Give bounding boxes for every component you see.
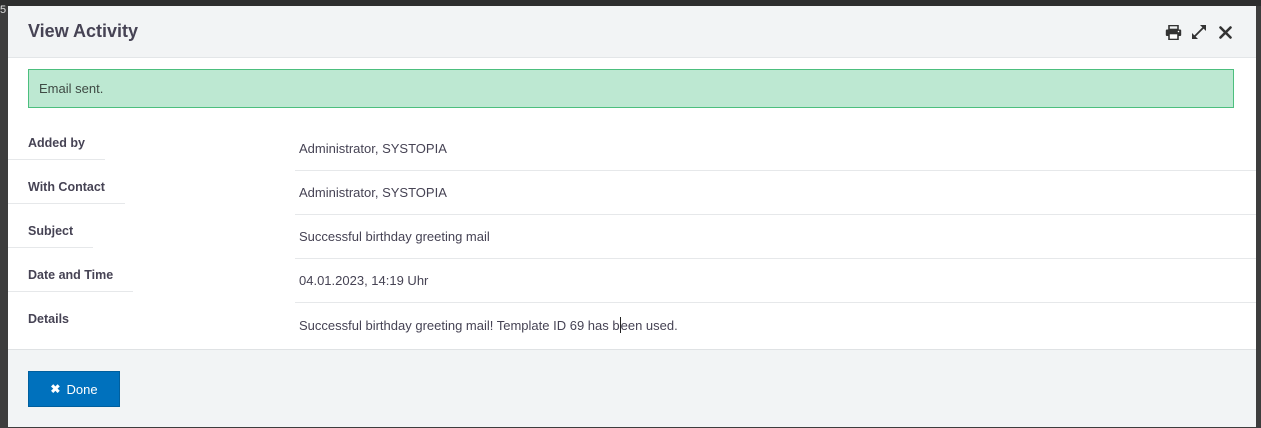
detail-row-added-by: Added by Administrator, SYSTOPIA [8, 127, 1256, 171]
detail-label: With Contact [8, 171, 125, 204]
done-button[interactable]: ✖ Done [28, 371, 120, 407]
detail-label: Subject [8, 215, 94, 248]
dialog-titlebar: View Activity [8, 6, 1256, 58]
dialog-title: View Activity [28, 21, 139, 41]
detail-row-details: Details Successful birthday greeting mai… [8, 303, 1256, 347]
backdrop-text: 5 [0, 4, 7, 16]
dialog-footer: ✖ Done [8, 349, 1256, 427]
expand-icon[interactable] [1190, 23, 1208, 41]
detail-row-subject: Subject Successful birthday greeting mai… [8, 215, 1256, 259]
close-icon: ✖ [50, 382, 61, 396]
detail-text-after-caret: een used. [620, 317, 678, 333]
detail-row-date-and-time: Date and Time 04.01.2023, 14:19 Uhr [8, 259, 1256, 303]
detail-value: Administrator, SYSTOPIA [295, 171, 1256, 215]
detail-label: Date and Time [8, 259, 134, 292]
alert-message: Email sent. [39, 81, 104, 96]
close-icon[interactable] [1216, 23, 1234, 41]
detail-value: Successful birthday greeting mail [295, 215, 1256, 259]
detail-row-with-contact: With Contact Administrator, SYSTOPIA [8, 171, 1256, 215]
detail-value[interactable]: Successful birthday greeting mail! Templ… [295, 303, 1256, 347]
activity-details-table: Added by Administrator, SYSTOPIA With Co… [8, 127, 1256, 347]
detail-text-before-caret: Successful birthday greeting mail! Templ… [299, 317, 620, 333]
status-alert-email-sent: Email sent. [28, 69, 1234, 108]
detail-label: Details [28, 312, 69, 326]
print-icon[interactable] [1164, 23, 1182, 41]
view-activity-dialog: View Activity Email sent. Added by Admin… [8, 6, 1256, 427]
detail-label: Added by [8, 127, 105, 160]
done-button-label: Done [66, 381, 98, 397]
detail-value: Administrator, SYSTOPIA [295, 127, 1256, 171]
detail-value: 04.01.2023, 14:19 Uhr [295, 259, 1256, 303]
dialog-tools [1164, 23, 1234, 41]
